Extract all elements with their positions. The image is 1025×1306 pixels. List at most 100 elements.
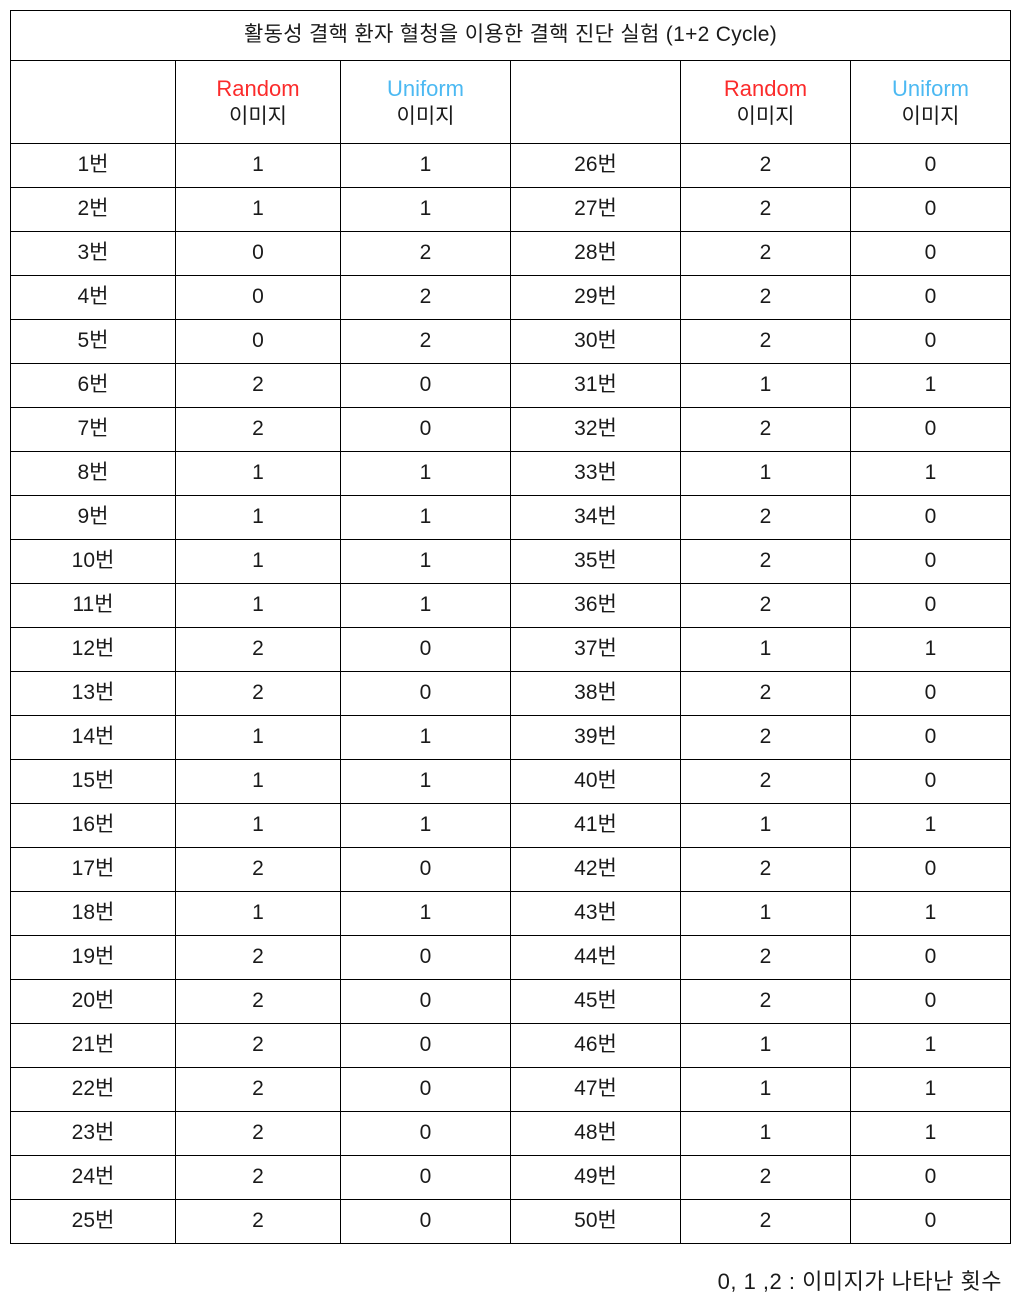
- row-right-random: 1: [680, 803, 851, 848]
- row-left-index: 16번: [10, 803, 176, 848]
- row-left-random: 1: [175, 451, 341, 496]
- row-right-random: 1: [680, 1067, 851, 1112]
- table-row: 12번 2 0 37번 1 1: [10, 627, 1012, 672]
- row-right-uniform: 0: [849, 1199, 1012, 1244]
- row-left-index: 4번: [10, 275, 176, 320]
- table-row: 20번 2 0 45번 2 0: [10, 979, 1012, 1024]
- row-right-random: 2: [680, 759, 851, 804]
- row-right-uniform: 0: [849, 847, 1012, 892]
- table-row: 21번 2 0 46번 1 1: [10, 1023, 1012, 1068]
- row-left-random: 2: [175, 1067, 341, 1112]
- row-right-uniform: 0: [849, 759, 1012, 804]
- row-right-random: 2: [680, 847, 851, 892]
- row-right-uniform: 0: [849, 319, 1012, 364]
- header-right-uniform-title: Uniform: [892, 75, 970, 101]
- row-right-random: 1: [680, 1023, 851, 1068]
- row-right-index: 38번: [510, 671, 681, 716]
- row-left-index: 6번: [10, 363, 176, 408]
- row-right-index: 33번: [510, 451, 681, 496]
- table-row: 25번 2 0 50번 2 0: [10, 1199, 1012, 1244]
- row-right-random: 1: [680, 627, 851, 672]
- table-row: 17번 2 0 42번 2 0: [10, 847, 1012, 892]
- row-left-index: 24번: [10, 1155, 176, 1200]
- row-left-index: 3번: [10, 231, 176, 276]
- row-left-uniform: 0: [340, 1155, 511, 1200]
- header-right-random-subtitle: 이미지: [736, 104, 795, 128]
- table-body: 활동성 결핵 환자 혈청을 이용한 결핵 진단 실험 (1+2 Cycle) R…: [9, 10, 1012, 1244]
- row-left-random: 1: [175, 143, 341, 188]
- table-row: 4번 0 2 29번 2 0: [10, 275, 1012, 320]
- row-right-random: 2: [680, 231, 851, 276]
- table-row: 1번 1 1 26번 2 0: [10, 143, 1012, 188]
- row-left-uniform: 1: [340, 143, 511, 188]
- row-right-index: 35번: [510, 539, 681, 584]
- row-right-random: 2: [680, 187, 851, 232]
- table-row: 15번 1 1 40번 2 0: [10, 759, 1012, 804]
- row-right-uniform: 0: [849, 935, 1012, 980]
- row-left-index: 2번: [10, 187, 176, 232]
- row-left-index: 13번: [10, 671, 176, 716]
- row-left-index: 20번: [10, 979, 176, 1024]
- row-left-uniform: 2: [340, 319, 511, 364]
- column-header-row: Random 이미지 Uniform 이미지 Random 이미지 Unifor…: [10, 60, 1012, 144]
- row-left-uniform: 2: [340, 231, 511, 276]
- row-right-random: 2: [680, 671, 851, 716]
- header-left-random-subtitle: 이미지: [229, 104, 287, 128]
- row-right-random: 2: [680, 143, 851, 188]
- row-right-uniform: 0: [849, 407, 1012, 452]
- row-right-uniform: 0: [849, 715, 1012, 760]
- table-row: 18번 1 1 43번 1 1: [10, 891, 1012, 936]
- row-right-index: 26번: [510, 143, 681, 188]
- row-left-index: 25번: [10, 1199, 176, 1244]
- legend-note: 0, 1 ,2 : 이미지가 나타난 횟수: [717, 1269, 1002, 1294]
- row-right-index: 42번: [510, 847, 681, 892]
- row-right-uniform: 0: [849, 979, 1012, 1024]
- row-left-random: 1: [175, 803, 341, 848]
- row-left-random: 1: [175, 891, 341, 936]
- row-right-random: 1: [680, 363, 851, 408]
- row-right-index: 49번: [510, 1155, 681, 1200]
- row-left-uniform: 1: [340, 891, 511, 936]
- header-right-uniform-subtitle: 이미지: [901, 104, 960, 128]
- row-left-random: 2: [175, 363, 341, 408]
- table-row: 13번 2 0 38번 2 0: [10, 671, 1012, 716]
- table-row: 6번 2 0 31번 1 1: [10, 363, 1012, 408]
- row-left-random: 0: [175, 319, 341, 364]
- row-left-random: 1: [175, 539, 341, 584]
- row-left-uniform: 0: [340, 935, 511, 980]
- header-left-random: Random 이미지: [175, 60, 341, 144]
- row-right-random: 1: [680, 891, 851, 936]
- row-left-index: 23번: [10, 1111, 176, 1156]
- experiment-results-table: 활동성 결핵 환자 혈청을 이용한 결핵 진단 실험 (1+2 Cycle) R…: [9, 10, 1012, 1244]
- row-left-index: 19번: [10, 935, 176, 980]
- row-right-uniform: 1: [849, 627, 1012, 672]
- table-row: 8번 1 1 33번 1 1: [10, 451, 1012, 496]
- table-row: 3번 0 2 28번 2 0: [10, 231, 1012, 276]
- row-right-index: 50번: [510, 1199, 681, 1244]
- table-row: 5번 0 2 30번 2 0: [10, 319, 1012, 364]
- table-row: 7번 2 0 32번 2 0: [10, 407, 1012, 452]
- row-left-random: 2: [175, 935, 341, 980]
- row-right-random: 2: [680, 1199, 851, 1244]
- row-left-index: 14번: [10, 715, 176, 760]
- row-left-random: 2: [175, 407, 341, 452]
- row-right-random: 2: [680, 495, 851, 540]
- row-right-uniform: 0: [849, 671, 1012, 716]
- row-left-uniform: 0: [340, 1199, 511, 1244]
- row-right-uniform: 0: [849, 495, 1012, 540]
- row-left-random: 2: [175, 1111, 341, 1156]
- row-right-random: 2: [680, 1155, 851, 1200]
- row-right-index: 28번: [510, 231, 681, 276]
- row-right-index: 37번: [510, 627, 681, 672]
- header-right-index: [510, 60, 681, 144]
- row-right-index: 40번: [510, 759, 681, 804]
- header-left-uniform-title: Uniform: [386, 75, 464, 101]
- title-row: 활동성 결핵 환자 혈청을 이용한 결핵 진단 실험 (1+2 Cycle): [9, 10, 1012, 61]
- row-left-index: 9번: [10, 495, 176, 540]
- row-right-index: 32번: [510, 407, 681, 452]
- row-right-uniform: 0: [849, 275, 1012, 320]
- document-page: 활동성 결핵 환자 혈청을 이용한 결핵 진단 실험 (1+2 Cycle) R…: [0, 0, 1025, 1306]
- row-right-index: 43번: [510, 891, 681, 936]
- row-left-random: 1: [175, 583, 341, 628]
- row-left-uniform: 2: [340, 275, 511, 320]
